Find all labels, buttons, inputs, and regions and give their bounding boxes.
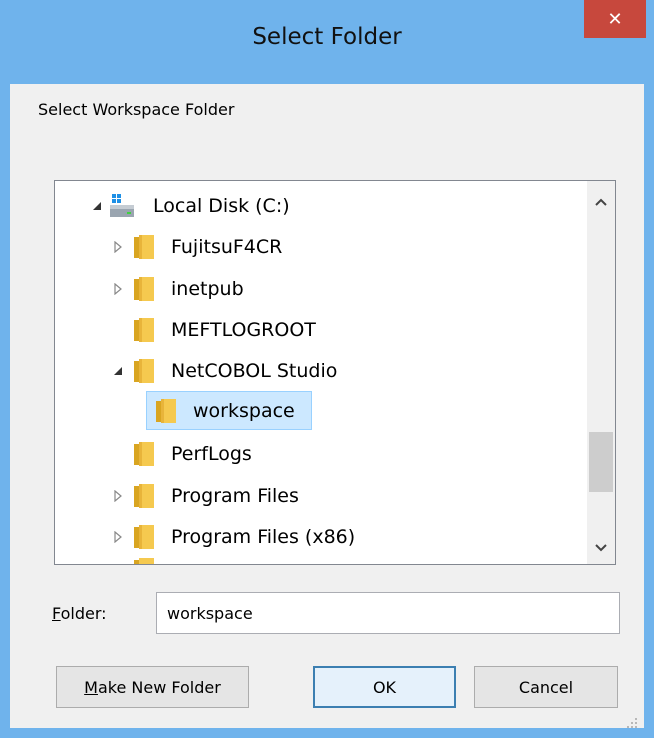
cancel-button[interactable]: Cancel — [474, 666, 618, 708]
close-button[interactable]: ✕ — [584, 0, 646, 38]
tree-item-fujitsuf4cr[interactable]: FujitsuF4CR — [55, 227, 585, 267]
folder-icon — [156, 399, 176, 423]
tree-item-label: Program Files — [171, 485, 299, 507]
folder-icon — [134, 442, 154, 466]
folder-icon — [134, 318, 154, 342]
close-icon: ✕ — [607, 8, 623, 30]
tree-item-inetpub[interactable]: inetpub — [55, 269, 585, 309]
tree-item-perflogs[interactable]: PerfLogs — [55, 434, 585, 474]
scroll-down-button[interactable] — [587, 533, 615, 563]
make-new-folder-button[interactable]: Make New Folder — [56, 666, 249, 708]
tree-item-label: PerfLogs — [171, 443, 252, 465]
tree-item-meftlogroot[interactable]: MEFTLOGROOT — [55, 310, 585, 350]
tree-item-label: FujitsuF4CR — [171, 236, 283, 258]
tree-item-label: inetpub — [171, 278, 244, 300]
collapsed-arrow-icon[interactable] — [112, 283, 124, 295]
folder-label-text: older: — [60, 604, 107, 623]
scroll-thumb[interactable] — [589, 432, 613, 492]
chevron-up-icon — [595, 198, 607, 206]
expanded-arrow-icon[interactable] — [112, 365, 124, 377]
scroll-up-button[interactable] — [587, 187, 615, 217]
folder-icon — [134, 525, 154, 549]
cancel-button-label: Cancel — [518, 677, 574, 697]
make-new-folder-accel: M — [84, 677, 98, 697]
tree-item-workspace[interactable]: workspace — [55, 391, 585, 431]
folder-icon — [134, 235, 154, 259]
tree-item-label: Program Files (x86) — [171, 526, 356, 548]
drive-icon — [110, 194, 134, 217]
tree-item-netcobol-studio[interactable]: NetCOBOL Studio — [55, 351, 585, 391]
ok-button[interactable]: OK — [313, 666, 456, 708]
tree-item-local-disk[interactable]: Local Disk (C:) — [55, 186, 585, 226]
tree-scrollbar[interactable] — [587, 181, 615, 564]
tree-item-label: NetCOBOL Studio — [171, 360, 338, 382]
folder-input[interactable] — [156, 592, 620, 634]
folder-field-label: Folder: — [52, 604, 107, 623]
tree-item-label: workspace — [193, 400, 295, 422]
select-folder-dialog: Select Folder ✕ Select Workspace Folder … — [0, 0, 654, 738]
ok-button-label: OK — [372, 677, 397, 697]
collapsed-arrow-icon[interactable] — [112, 241, 124, 253]
folder-icon — [134, 558, 154, 564]
folder-tree[interactable]: Local Disk (C:) FujitsuF4CR inetpub MEFT… — [54, 180, 616, 565]
collapsed-arrow-icon[interactable] — [112, 531, 124, 543]
collapsed-arrow-icon[interactable] — [112, 490, 124, 502]
tree-item-program-files-x86[interactable]: Program Files (x86) — [55, 517, 585, 557]
tree-item-program-files[interactable]: Program Files — [55, 476, 585, 516]
folder-icon — [134, 277, 154, 301]
resize-grip-icon[interactable] — [625, 716, 639, 730]
title-bar[interactable]: Select Folder ✕ — [0, 0, 654, 84]
tree-item-label: Local Disk (C:) — [153, 195, 290, 217]
chevron-down-icon — [595, 544, 607, 552]
make-new-folder-label: ake New Folder — [97, 677, 221, 697]
folder-icon — [134, 484, 154, 508]
dialog-title: Select Folder — [252, 24, 402, 50]
dialog-prompt: Select Workspace Folder — [38, 100, 235, 119]
expanded-arrow-icon[interactable] — [91, 200, 103, 212]
folder-label-accel: F — [52, 604, 61, 623]
folder-icon — [134, 359, 154, 383]
tree-item-label: MEFTLOGROOT — [171, 319, 316, 341]
